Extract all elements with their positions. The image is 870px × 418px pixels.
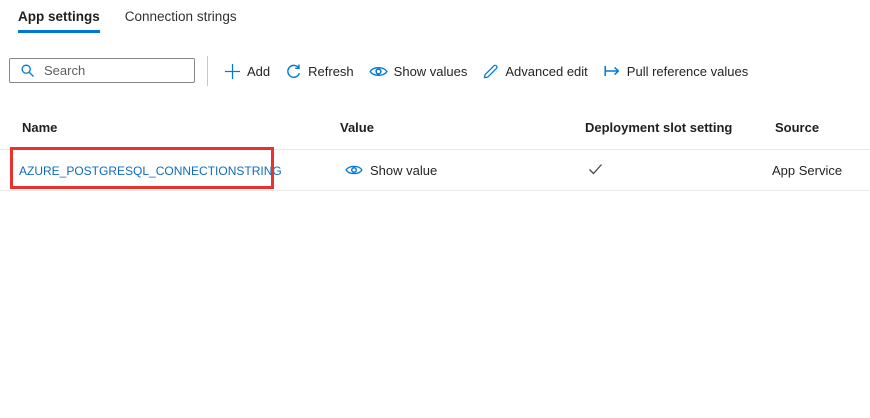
column-header-name: Name	[0, 120, 340, 135]
maps-to-arrow-icon	[603, 64, 621, 78]
table-row: AZURE_POSTGRESQL_CONNECTIONSTRING Show v…	[0, 150, 870, 191]
command-toolbar: Add Refresh Show values Advanced edit	[224, 55, 748, 87]
eye-icon	[345, 164, 363, 176]
tab-connection-strings[interactable]: Connection strings	[125, 9, 237, 33]
pull-reference-values-button-label: Pull reference values	[627, 64, 748, 79]
eye-icon	[369, 65, 388, 78]
add-button-label: Add	[247, 64, 270, 79]
column-header-source: Source	[772, 120, 870, 135]
toolbar-divider	[207, 56, 208, 86]
pencil-icon	[482, 63, 499, 80]
search-box	[9, 58, 195, 83]
refresh-button-label: Refresh	[308, 64, 354, 79]
setting-name-link[interactable]: AZURE_POSTGRESQL_CONNECTIONSTRING	[19, 164, 282, 178]
column-header-value: Value	[340, 120, 580, 135]
advanced-edit-button-label: Advanced edit	[505, 64, 587, 79]
column-header-deployment-slot-setting: Deployment slot setting	[580, 120, 772, 135]
plus-icon	[224, 63, 241, 80]
app-settings-panel: App settings Connection strings Add Refr…	[0, 0, 870, 418]
show-value-label: Show value	[370, 163, 437, 178]
add-button[interactable]: Add	[224, 63, 270, 80]
show-value-link[interactable]: Show value	[345, 163, 437, 178]
pull-reference-values-button[interactable]: Pull reference values	[603, 64, 748, 79]
search-icon	[20, 63, 35, 78]
tab-bar: App settings Connection strings	[18, 9, 237, 33]
table-header-row: Name Value Deployment slot setting Sourc…	[0, 105, 870, 150]
tab-app-settings[interactable]: App settings	[18, 9, 100, 33]
refresh-button[interactable]: Refresh	[285, 63, 354, 80]
refresh-icon	[285, 63, 302, 80]
source-value: App Service	[772, 163, 842, 178]
check-icon	[588, 163, 603, 175]
show-values-button[interactable]: Show values	[369, 64, 468, 79]
search-input[interactable]	[44, 63, 194, 78]
show-values-button-label: Show values	[394, 64, 468, 79]
advanced-edit-button[interactable]: Advanced edit	[482, 63, 587, 80]
